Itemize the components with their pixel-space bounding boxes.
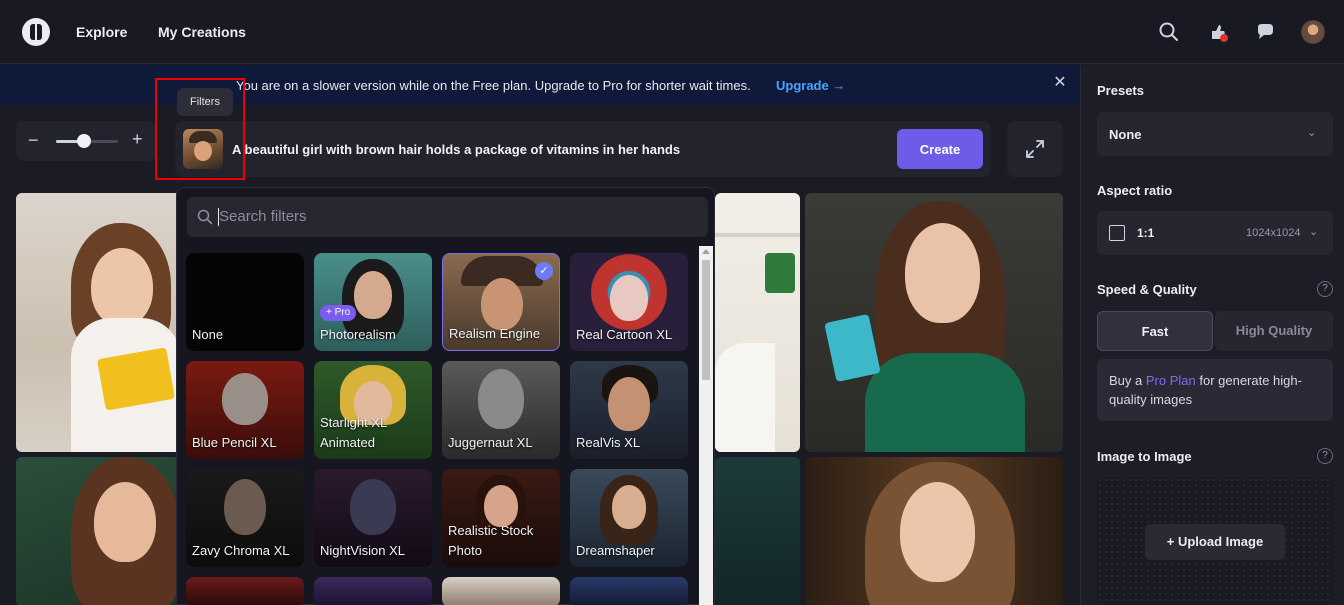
- create-button[interactable]: Create: [897, 129, 983, 169]
- filter-tile-none[interactable]: None: [186, 253, 304, 351]
- filter-tile-blue-pencil-xl[interactable]: Blue Pencil XL: [186, 361, 304, 459]
- logo-icon[interactable]: [22, 18, 50, 46]
- presets-value: None: [1109, 127, 1142, 142]
- gallery-image[interactable]: [715, 457, 800, 605]
- filter-tile-juggernaut-xl[interactable]: Juggernaut XL: [442, 361, 560, 459]
- filter-tile-label: NightVision XL: [320, 543, 406, 558]
- filter-tile-realism-engine[interactable]: ✓ Realism Engine: [442, 253, 560, 351]
- filter-tile-starlight-xl-animated[interactable]: Starlight XL Animated: [314, 361, 432, 459]
- banner-text: You are on a slower version while on the…: [236, 78, 751, 93]
- pro-plan-link[interactable]: Pro Plan: [1146, 373, 1196, 388]
- gallery-image[interactable]: [16, 193, 184, 452]
- filter-search-input[interactable]: Search filters: [187, 197, 708, 237]
- square-icon: [1109, 225, 1125, 241]
- presets-select[interactable]: None ⌄: [1097, 112, 1333, 156]
- notification-icon[interactable]: [1206, 20, 1230, 44]
- filter-tile-label: Starlight XL Animated: [320, 415, 387, 450]
- expand-icon: [1026, 140, 1044, 158]
- settings-panel: Presets None ⌄ Aspect ratio 1:1 1024x102…: [1080, 65, 1344, 605]
- filter-tile-realistic-stock-photo[interactable]: Realistic Stock Photo: [442, 469, 560, 567]
- gallery-image[interactable]: [715, 193, 800, 452]
- highlight-box: [155, 78, 245, 180]
- aspect-ratio-label: Aspect ratio: [1097, 183, 1173, 198]
- filter-tile-label: None: [192, 327, 224, 342]
- scrollbar-thumb[interactable]: [702, 260, 710, 380]
- speed-quality-label: Speed & Quality: [1097, 282, 1197, 297]
- search-icon: [197, 209, 213, 225]
- filter-tile-realvis-xl[interactable]: RealVis XL: [570, 361, 688, 459]
- top-bar: Explore My Creations: [0, 0, 1344, 64]
- filter-tile-label: Juggernaut XL: [448, 435, 533, 450]
- filter-tile-label: Photorealism: [320, 327, 396, 342]
- user-avatar[interactable]: [1301, 20, 1325, 44]
- filter-tile-dreamshaper[interactable]: Dreamshaper: [570, 469, 688, 567]
- close-icon[interactable]: ✕: [1052, 75, 1068, 91]
- upgrade-link[interactable]: Upgrade →: [776, 78, 845, 93]
- filter-tile[interactable]: [186, 577, 304, 605]
- help-icon[interactable]: ?: [1317, 281, 1333, 297]
- upload-image-button[interactable]: + Upload Image: [1145, 524, 1285, 560]
- aspect-ratio-value: 1:1: [1137, 226, 1155, 240]
- filter-tile-label: Blue Pencil XL: [192, 435, 277, 450]
- filter-tile-label: Real Cartoon XL: [576, 327, 673, 342]
- presets-label: Presets: [1097, 83, 1144, 98]
- filter-tile-label: Realistic Stock Photo: [448, 523, 534, 558]
- filter-tile-label: RealVis XL: [576, 435, 641, 450]
- chevron-down-icon: ⌄: [1307, 127, 1317, 139]
- help-icon[interactable]: ?: [1317, 448, 1333, 464]
- scrollbar[interactable]: [699, 246, 713, 605]
- fast-button[interactable]: Fast: [1097, 311, 1213, 351]
- filter-tile-zavy-chroma-xl[interactable]: Zavy Chroma XL: [186, 469, 304, 567]
- chevron-down-icon: ⌄: [1309, 226, 1319, 238]
- zoom-out-button[interactable]: −: [28, 130, 39, 151]
- prompt-text[interactable]: A beautiful girl with brown hair holds a…: [232, 142, 680, 157]
- filter-tile-photorealism[interactable]: + Pro Photorealism: [314, 253, 432, 351]
- gallery-image[interactable]: [16, 457, 184, 605]
- aspect-ratio-size: 1024x1024: [1246, 227, 1301, 239]
- nav-my-creations[interactable]: My Creations: [158, 24, 246, 40]
- info-text-prefix: Buy a: [1109, 373, 1146, 388]
- filter-tile-real-cartoon-xl[interactable]: Real Cartoon XL: [570, 253, 688, 351]
- zoom-in-button[interactable]: +: [132, 129, 143, 150]
- high-quality-button[interactable]: High Quality: [1215, 311, 1333, 351]
- expand-button[interactable]: [1007, 121, 1063, 177]
- prompt-bar: A beautiful girl with brown hair holds a…: [175, 121, 991, 177]
- pro-badge: + Pro: [320, 305, 357, 321]
- upload-dropzone[interactable]: + Upload Image: [1097, 477, 1333, 605]
- filter-search-placeholder: Search filters: [219, 208, 307, 225]
- zoom-slider-thumb[interactable]: [76, 134, 91, 148]
- filters-dropdown: Search filters None + Pro Photorealism ✓…: [176, 187, 715, 605]
- aspect-ratio-select[interactable]: 1:1 1024x1024 ⌄: [1097, 211, 1333, 255]
- filter-tile-nightvision-xl[interactable]: NightVision XL: [314, 469, 432, 567]
- scroll-up-icon[interactable]: [702, 249, 710, 254]
- pro-plan-info: Buy a Pro Plan for generate high-quality…: [1097, 359, 1333, 421]
- zoom-control: − +: [16, 121, 156, 161]
- chat-icon[interactable]: [1253, 20, 1277, 44]
- gallery-image[interactable]: [805, 193, 1063, 452]
- filter-tile[interactable]: [442, 577, 560, 605]
- search-icon[interactable]: [1157, 20, 1181, 44]
- nav-explore[interactable]: Explore: [76, 24, 127, 40]
- filter-tile-label: Dreamshaper: [576, 543, 655, 558]
- filter-tile[interactable]: [314, 577, 432, 605]
- filter-tile[interactable]: [570, 577, 688, 605]
- image-to-image-label: Image to Image: [1097, 449, 1192, 464]
- filter-tile-label: Zavy Chroma XL: [192, 543, 290, 558]
- text-caret: [218, 208, 219, 226]
- filter-tile-label: Realism Engine: [449, 326, 541, 341]
- selected-check-icon: ✓: [535, 262, 553, 280]
- gallery-image[interactable]: [805, 457, 1063, 605]
